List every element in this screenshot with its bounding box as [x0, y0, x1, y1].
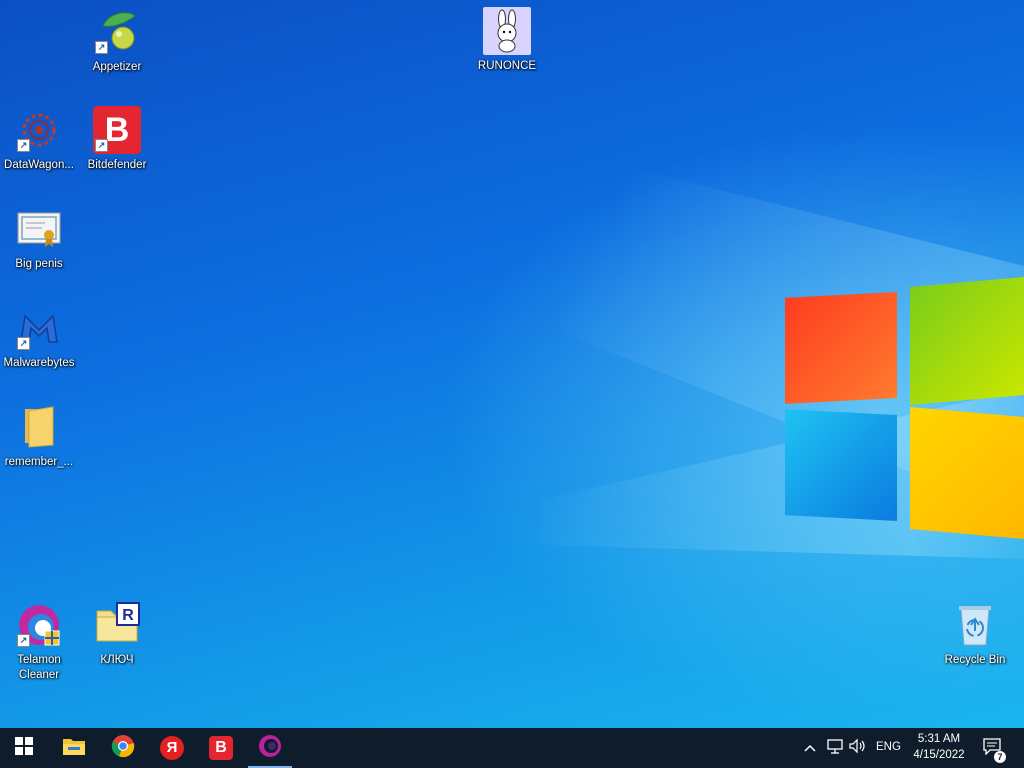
- windows-start-icon: [15, 736, 33, 760]
- windows-logo-red-pane: [785, 292, 897, 404]
- desktop-icon-datawagon[interactable]: ↗ DataWagon...: [0, 106, 79, 173]
- desktop-icon-appetizer[interactable]: ↗ Appetizer: [77, 8, 157, 75]
- chevron-up-icon: [804, 739, 816, 757]
- desktop-icon-label: RUNONCE: [477, 60, 537, 72]
- clock-date: 4/15/2022: [913, 749, 965, 761]
- file-explorer-icon: [62, 736, 86, 761]
- desktop-icon-label: Malwarebytes: [3, 357, 75, 369]
- notification-count-badge: 7: [994, 750, 1006, 763]
- desktop-icon-telamon-cleaner[interactable]: ↗ Telamon Cleaner: [0, 601, 79, 683]
- bitdefender-icon: B ↗: [93, 106, 141, 154]
- clock-time: 5:31 AM: [917, 733, 961, 745]
- network-button[interactable]: [825, 738, 845, 758]
- windows-logo-yellow-pane: [910, 407, 1024, 539]
- shortcut-arrow-icon: ↗: [17, 337, 30, 350]
- malwarebytes-icon: ↗: [15, 304, 63, 352]
- shortcut-arrow-icon: ↗: [95, 139, 108, 152]
- desktop-icon-label: Bitdefender: [87, 159, 147, 171]
- desktop-icon-recycle-bin[interactable]: Recycle Bin: [935, 601, 1015, 668]
- datawagon-icon: ↗: [15, 106, 63, 154]
- taskbar-file-explorer[interactable]: [50, 728, 98, 768]
- language-indicator[interactable]: ENG: [876, 741, 901, 753]
- desktop-icon-bitdefender[interactable]: B ↗ Bitdefender: [77, 106, 157, 173]
- desktop-icon-malwarebytes[interactable]: ↗ Malwarebytes: [0, 304, 79, 371]
- desktop-icon-label: Big penis: [15, 258, 63, 270]
- desktop-icon-certificate[interactable]: Big penis: [0, 205, 79, 272]
- bitdefender-taskbar-icon: B: [209, 736, 233, 760]
- windows-logo-green-pane: [910, 277, 1024, 405]
- rar-folder-icon: R: [93, 601, 141, 649]
- desktop-icon-label: Telamon Cleaner: [17, 654, 61, 681]
- telamon-cleaner-icon: ↗: [15, 601, 63, 649]
- desktop-icon-kluch[interactable]: R КЛЮЧ: [77, 601, 157, 668]
- folder-icon: [15, 403, 63, 451]
- shortcut-arrow-icon: ↗: [17, 634, 30, 647]
- desktop-icon-label: Appetizer: [92, 61, 142, 73]
- desktop-icon-label: DataWagon...: [4, 159, 74, 171]
- yandex-browser-icon: Я: [160, 736, 184, 760]
- certificate-icon: [15, 205, 63, 253]
- network-icon: [826, 738, 844, 759]
- show-hidden-icons-button[interactable]: [802, 738, 818, 758]
- action-center-button[interactable]: 7: [980, 737, 1006, 763]
- clock[interactable]: 5:31 AM 4/15/2022: [907, 731, 971, 763]
- taskbar-chrome[interactable]: [99, 728, 147, 768]
- volume-button[interactable]: [848, 738, 868, 758]
- desktop-icon-label: КЛЮЧ: [100, 654, 134, 666]
- desktop-icon-label: remember_...: [4, 456, 74, 468]
- notification-icon: 7: [982, 737, 1006, 763]
- desktop-icon-runonce[interactable]: RUNONCE: [467, 7, 547, 74]
- taskbar-yandex-browser[interactable]: Я: [148, 728, 196, 768]
- taskbar: Я B ENG 5:31 AM 4/15/2022 7: [0, 728, 1024, 768]
- svg-text:R: R: [122, 607, 134, 624]
- telamon-taskbar-icon: [258, 734, 282, 763]
- desktop-icon-remember-folder[interactable]: remember_...: [0, 403, 79, 470]
- taskbar-telamon-cleaner[interactable]: [246, 728, 294, 768]
- appetizer-icon: ↗: [93, 8, 141, 56]
- windows-logo-blue-pane: [785, 409, 897, 521]
- start-button[interactable]: [0, 728, 48, 768]
- desktop-icon-label: Recycle Bin: [944, 654, 1006, 666]
- speaker-icon: [848, 738, 868, 759]
- chrome-icon: [111, 734, 135, 763]
- desktop[interactable]: ↗ Appetizer RUNONCE ↗ DataWagon... B ↗ B…: [0, 0, 1024, 728]
- recycle-bin-icon: [951, 601, 999, 649]
- shortcut-arrow-icon: ↗: [95, 41, 108, 54]
- taskbar-bitdefender[interactable]: B: [197, 728, 245, 768]
- rabbit-icon: [483, 7, 531, 55]
- shortcut-arrow-icon: ↗: [17, 139, 30, 152]
